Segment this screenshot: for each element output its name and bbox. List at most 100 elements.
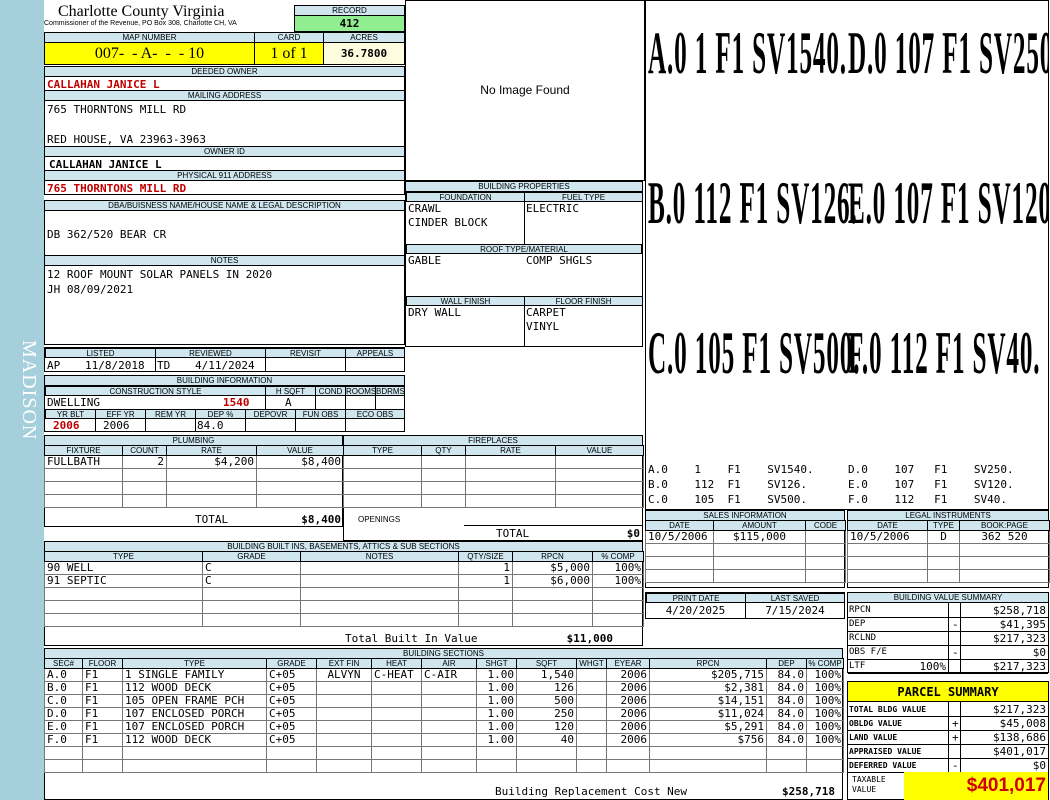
section-cell: F1 (82, 733, 123, 747)
section-cell: 1.00 (476, 681, 517, 695)
sketch-legend-6: F.0 112 F1 SV40. (848, 493, 1007, 506)
plumbing-total: $8,400 (301, 513, 341, 526)
cond-label: COND (315, 386, 346, 396)
sale-amount: $115,000 (713, 530, 806, 544)
fireplace-col-value: VALUE (555, 445, 644, 456)
section-col-header: SHGT (476, 658, 517, 669)
section-cell: $11,024 (649, 707, 767, 721)
parcel-value: $217,323 (993, 703, 1046, 716)
sketch-label: F.0 112 F1 SV40. (848, 320, 1041, 386)
section-cell: 112 WOOD DECK (122, 681, 267, 695)
mailing-line-1: 765 THORNTONS MILL RD (47, 103, 187, 116)
value-summary-key: DEP (849, 619, 866, 629)
builtin-comp: 100% (592, 561, 644, 575)
acres-box: ACRES 36.7800 (323, 32, 405, 65)
sales-box: SALES INFORMATION DATE AMOUNT CODE 10/5/20… (645, 510, 846, 588)
section-col-header: FLOOR (82, 658, 123, 669)
sketch-legend-2: B.0 112 F1 SV126. (648, 478, 807, 491)
sales-col-code: CODE (805, 520, 846, 531)
section-cell (371, 707, 422, 721)
wall-finish-label: WALL FINISH (406, 296, 525, 306)
builtin-type: 90 WELL (44, 561, 203, 575)
value-summary-value: $0 (1032, 646, 1046, 659)
print-date-label: PRINT DATE (646, 593, 746, 603)
wall-finish: DRY WALL (408, 306, 461, 319)
listed-label: LISTED (45, 348, 156, 358)
style-label: CONSTRUCTION STYLE (45, 386, 266, 396)
commissioner-address: Commissioner of the Revenue, PO Box 308,… (44, 20, 237, 27)
deeded-owner-box: DEEDED OWNER CALLAHAN JANICE L (44, 66, 405, 91)
card-label: CARD (255, 33, 323, 43)
plumbing-col-count: COUNT (122, 445, 167, 456)
depovr-label: DEPOVR (245, 409, 296, 419)
legal-description-box: DBA/BUISNESS NAME/HOUSE NAME & LEGAL DES… (44, 200, 405, 256)
acres-label: ACRES (324, 33, 404, 43)
value-summary-value: $217,323 (993, 660, 1046, 673)
table-row: 90 WELL C 1 $5,000 100% (44, 561, 644, 575)
table-row: 10/5/2006 $115,000 (645, 530, 846, 544)
dates-box: PRINT DATE LAST SAVED 4/20/2025 7/15/202… (645, 592, 845, 619)
legal-book: 362 520 (959, 530, 1050, 544)
section-col-header: GRADE (266, 658, 317, 669)
section-cell: 2006 (606, 720, 650, 734)
no-image-text: No Image Found (480, 83, 570, 97)
builtins-col-rpcn: RPCN (512, 551, 593, 562)
builtin-notes (300, 561, 459, 575)
value-summary-label: BUILDING VALUE SUMMARY (848, 593, 1048, 603)
section-cell: $756 (649, 733, 767, 747)
builtin-qty: 1 (458, 574, 513, 588)
section-cell: F1 (82, 707, 123, 721)
listed-date: 11/8/2018 (85, 359, 145, 372)
section-cell: 100% (806, 668, 844, 682)
plumbing-box: PLUMBING FIXTURE COUNT RATE VALUE FULLBATH 2… (44, 435, 344, 527)
section-cell: $2,381 (649, 681, 767, 695)
taxable-label: TAXABLE VALUE (852, 775, 886, 795)
mailing-address-box: MAILING ADDRESS 765 THORNTONS MILL RD RE… (44, 90, 405, 147)
section-cell (421, 694, 477, 708)
builtins-box: BUILDING BUILT INS, BASEMENTS, ATTICS & … (44, 541, 644, 646)
builtins-total-label: Total Built In Value (345, 632, 478, 645)
builtin-rpcn: $5,000 (512, 561, 593, 575)
section-cell: C+05 (266, 733, 317, 747)
notes-line-2: JH 08/09/2021 (47, 283, 134, 296)
section-cell: 84.0 (766, 733, 807, 747)
map-number-box: MAP NUMBER 007- - A- - - 10 (44, 32, 255, 65)
record-box: RECORD 412 (294, 5, 405, 32)
fireplace-total-label: TOTAL (496, 527, 530, 540)
roof-type: GABLE (408, 254, 442, 267)
parcel-key: LAND VALUE (849, 733, 898, 742)
heated-sqft: 1540 (223, 396, 250, 409)
sketch-legend-3: C.0 105 F1 SV500. (648, 493, 807, 506)
appeals-label: APPEALS (345, 348, 405, 358)
builtins-col-grade: GRADE (202, 551, 301, 562)
fuel-type: ELECTRIC (526, 202, 579, 215)
reviewed-date: 4/11/2024 (195, 359, 255, 372)
yrblt-label: YR BLT (45, 409, 96, 419)
table-row: F.0 F1 112 WOOD DECK C+05 1.00 40 2006 $756 84.0… (44, 733, 844, 747)
taxable-label-1: TAXABLE (852, 775, 886, 784)
table-row: D.0 F1 107 ENCLOSED PORCH C+05 1.00 250 2006 $1… (44, 707, 844, 721)
fireplaces-box: FIREPLACES TYPE QTY RATE VALUE OPENINGS TOT… (343, 435, 644, 541)
section-cell: 1,540 (516, 668, 577, 682)
builtins-col-notes: NOTES (300, 551, 459, 562)
effyr-label: EFF YR (95, 409, 146, 419)
section-col-header: EXT FIN (316, 658, 372, 669)
sketch-label: B.0 112 F1 SV126. (648, 170, 858, 236)
section-cell: 2006 (606, 668, 650, 682)
legal-date: 10/5/2006 (847, 530, 928, 544)
roof-material: COMP SHGLS (526, 254, 593, 267)
table-row: A.0 F1 1 SINGLE FAMILY C+05 ALVYN C-HEAT C-AIR… (44, 668, 844, 682)
sketch-area: A.0 1 F1 SV1540. D.0 107 F1 SV250. B.0 112… (645, 0, 1049, 510)
replacement-cost: $258,718 (782, 785, 835, 798)
sale-date: 10/5/2006 (645, 530, 714, 544)
mailing-address-label: MAILING ADDRESS (45, 91, 404, 101)
revisit-label: REVISIT (265, 348, 346, 358)
section-cell (316, 720, 372, 734)
record-number: 412 (295, 16, 404, 31)
section-cell: 107 ENCLOSED PORCH (122, 707, 267, 721)
section-cell (576, 681, 607, 695)
section-cell: C-AIR (421, 668, 477, 682)
section-cell: C+05 (266, 707, 317, 721)
floor-finish-label: FLOOR FINISH (524, 296, 643, 306)
section-cell: 84.0 (766, 681, 807, 695)
